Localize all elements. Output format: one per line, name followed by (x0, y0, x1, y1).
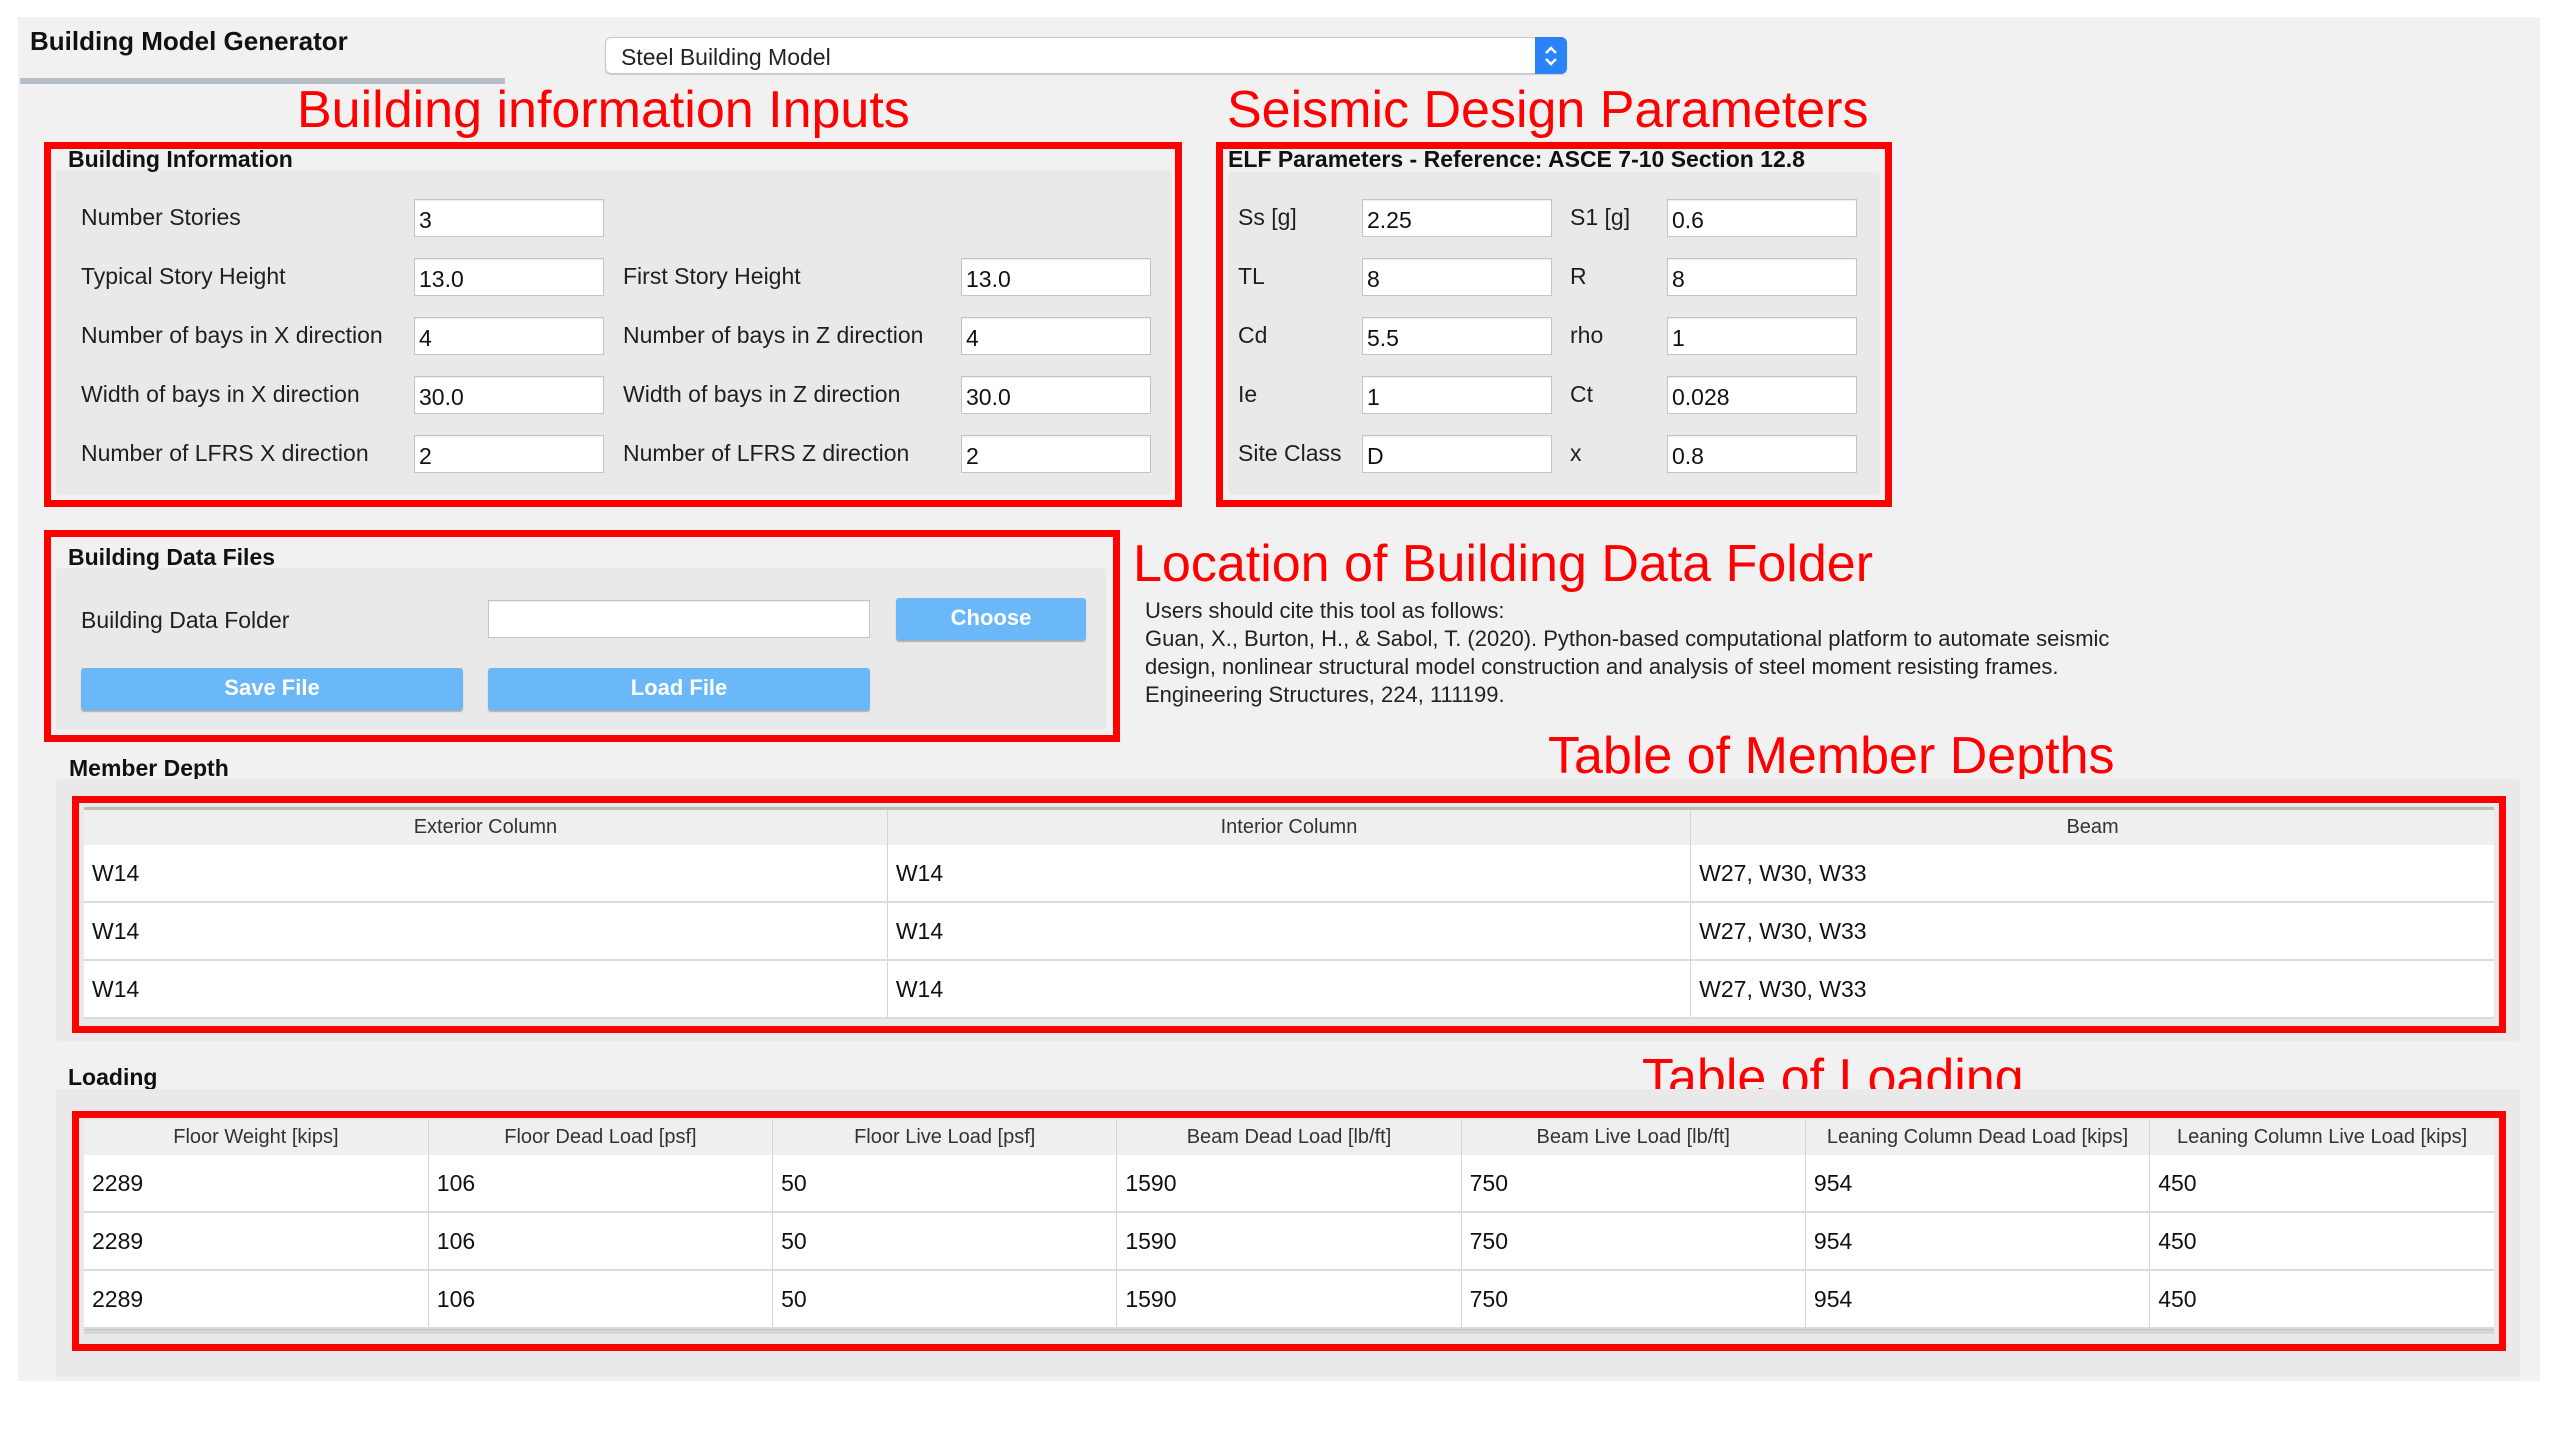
highlight-loading (72, 1111, 2506, 1351)
citation-line: design, nonlinear structural model const… (1145, 654, 2059, 679)
annotation-building-info: Building information Inputs (297, 81, 910, 139)
member-depth-title: Member Depth (69, 755, 229, 781)
citation-line: Engineering Structures, 224, 111199. (1145, 682, 1505, 707)
highlight-building-info (44, 142, 1182, 507)
annotation-data-folder: Location of Building Data Folder (1133, 535, 1874, 593)
highlight-member-depth (72, 796, 2506, 1033)
citation-line: Guan, X., Burton, H., & Sabol, T. (2020)… (1145, 626, 2110, 651)
app-title-tab[interactable]: Building Model Generator (30, 26, 348, 57)
highlight-seismic (1216, 142, 1892, 507)
highlight-data-files (44, 530, 1120, 742)
annotation-member-depths: Table of Member Depths (1548, 727, 2115, 785)
building-model-select[interactable]: Steel Building Model (605, 37, 1567, 74)
citation-text: Users should cite this tool as follows: … (1145, 597, 2109, 709)
annotation-seismic: Seismic Design Parameters (1227, 81, 1869, 139)
loading-title: Loading (68, 1064, 158, 1090)
building-model-select-value: Steel Building Model (621, 44, 831, 70)
citation-line: Users should cite this tool as follows: (1145, 598, 1505, 623)
chevron-up-down-icon[interactable] (1535, 37, 1567, 74)
